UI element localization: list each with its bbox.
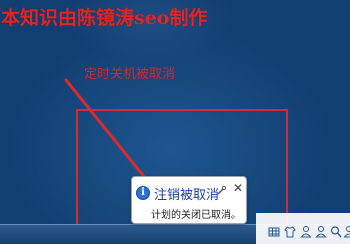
grid-icon[interactable] [268,225,280,239]
logoff-cancelled-notification[interactable]: i 注销被取消 ✕ 计划的关闭已取消。 [131,176,247,224]
shirt-icon[interactable] [284,225,296,239]
info-icon: i [136,186,150,200]
person-icon[interactable] [300,225,312,239]
desktop-background: 本知识由陈镜涛seo制作 定时关机被取消 i 注销被取消 ✕ 计划的关闭已取消。 [0,0,350,244]
close-icon[interactable]: ✕ [232,181,244,195]
wrench-icon[interactable] [217,186,226,195]
notification-title: 注销被取消 [154,188,220,203]
notification-message: 计划的关闭已取消。 [151,210,241,221]
person-icon[interactable] [315,225,327,239]
watermark-text: 本知识由陈镜涛seo制作 [1,7,208,29]
search-icon[interactable] [330,225,342,239]
annotation-label: 定时关机被取消 [84,67,176,82]
person-icon[interactable] [343,225,350,239]
